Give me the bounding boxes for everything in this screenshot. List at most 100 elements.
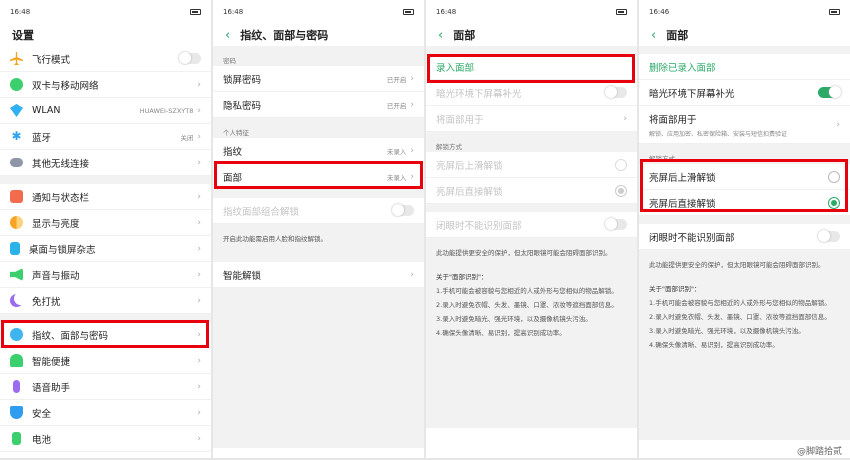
status-bar: 16:48: [213, 0, 424, 24]
battery-icon: [616, 9, 627, 15]
background: [213, 288, 424, 448]
row-label: 智能便捷: [32, 356, 71, 368]
row-value: 已开启: [386, 101, 407, 110]
airplane-mode-row[interactable]: 飞行模式: [0, 46, 211, 72]
battery-icon: [190, 9, 201, 15]
notification-icon: [10, 190, 23, 203]
row-label: 指纹面部组合解锁: [223, 206, 300, 218]
row-label: WLAN: [32, 105, 61, 116]
battery-icon: [829, 9, 840, 15]
sound-row[interactable]: 声音与振动 ›: [0, 262, 211, 288]
about-item: 1.手机可能会被容貌与您相近的人或外形与您相似的物品解锁。: [436, 287, 618, 295]
swipe-unlock-row[interactable]: 亮屏后上滑解锁: [639, 164, 850, 190]
face-row[interactable]: 面部 未录入 ›: [213, 164, 424, 190]
brightness-icon: [10, 216, 23, 229]
about-item: 2.录入时避免衣帽、头发、墨镜、口罩、浓妆等遮挡面部信息。: [649, 313, 831, 321]
direct-unlock-row[interactable]: 亮屏后直接解锁: [639, 190, 850, 216]
smart-assist-row[interactable]: 智能便捷 ›: [0, 348, 211, 374]
use-face-for-row: 将面部用于 ›: [426, 106, 637, 132]
note-text: 此功能提供更安全的保护，但太阳眼镜可能会阻碍面部识别。: [649, 261, 825, 269]
enroll-face-button[interactable]: 录入面部: [426, 54, 637, 80]
lock-screen-password-row[interactable]: 锁屏密码 已开启 ›: [213, 66, 424, 92]
fill-light-toggle[interactable]: [818, 86, 841, 98]
notifications-row[interactable]: 通知与状态栏 ›: [0, 184, 211, 210]
about-item: 2.录入时避免衣帽、头发、墨镜、口罩、浓妆等遮挡面部信息。: [436, 301, 618, 309]
status-time: 16:48: [223, 8, 244, 16]
row-label: 双卡与移动网络: [32, 80, 99, 92]
chevron-right-icon: ›: [197, 79, 201, 90]
row-label-group: 将面部用于 解锁、应用加密、私密保险箱、安装与短信扣费验证: [649, 112, 836, 138]
divider: [213, 254, 424, 262]
row-label: 免打扰: [32, 296, 61, 308]
delete-face-button[interactable]: 删除已录入面部: [639, 54, 850, 80]
row-label: 亮屏后直接解锁: [436, 186, 503, 198]
chevron-right-icon: ›: [197, 243, 201, 254]
face-screen-enrolled: 16:46 ‹ 面部 删除已录入面部 暗光环境下屏幕补光 将面部用于 解锁、应用加密…: [639, 0, 850, 458]
other-wireless-row[interactable]: 其他无线连接 ›: [0, 150, 211, 176]
chevron-right-icon: ›: [410, 145, 414, 156]
status-bar: 16:48: [0, 0, 211, 24]
section-header: 解锁方式: [426, 132, 637, 152]
about-item: 3.录入时避免暗光、强光环境，以及摄像机镜头污浊。: [649, 327, 805, 335]
direct-unlock-radio[interactable]: [828, 196, 840, 209]
chevron-right-icon: ›: [197, 191, 201, 202]
battery-row[interactable]: 电池 ›: [0, 426, 211, 452]
back-icon[interactable]: ‹: [225, 28, 230, 43]
face-screen-not-enrolled: 16:48 ‹ 面部 录入面部 暗光环境下屏幕补光 将面部用于 › 解锁方式 亮屏后…: [426, 0, 637, 458]
row-label: 亮屏后直接解锁: [649, 198, 716, 210]
smart-head-icon: [10, 354, 23, 367]
swipe-unlock-radio[interactable]: [828, 170, 840, 183]
chevron-right-icon: ›: [197, 295, 201, 306]
fingerprint-face-password-row[interactable]: 指纹、面部与密码 ›: [0, 322, 211, 348]
back-icon[interactable]: ‹: [651, 28, 656, 43]
info-note: 此功能提供更安全的保护，但太阳眼镜可能会阻碍面部识别。 关于"面部识别"： 1.…: [639, 250, 850, 440]
eyes-closed-toggle[interactable]: [818, 230, 840, 242]
row-label: 安全: [32, 408, 52, 420]
page-title: 指纹、面部与密码: [240, 29, 329, 42]
eyes-closed-row: 闭眼时不能识别面部: [426, 212, 637, 238]
fill-light-row[interactable]: 暗光环境下屏幕补光: [639, 80, 850, 106]
privacy-password-row[interactable]: 隐私密码 已开启 ›: [213, 92, 424, 118]
fingerprint-row[interactable]: 指纹 未录入 ›: [213, 138, 424, 164]
chevron-right-icon: ›: [410, 99, 414, 110]
airplane-icon: [10, 52, 23, 65]
status-icons: [190, 9, 201, 15]
direct-unlock-radio: [615, 184, 627, 197]
more-connections-icon: [10, 158, 23, 167]
smart-unlock-row[interactable]: 智能解锁 ›: [213, 262, 424, 288]
use-face-for-row[interactable]: 将面部用于 解锁、应用加密、私密保险箱、安装与短信扣费验证 ›: [639, 106, 850, 144]
row-label: 暗光环境下屏幕补光: [436, 88, 522, 100]
swipe-unlock-radio: [615, 158, 627, 171]
chevron-right-icon: ›: [197, 433, 201, 444]
divider: [0, 176, 211, 184]
back-icon[interactable]: ‹: [438, 28, 443, 43]
dnd-row[interactable]: 免打扰 ›: [0, 288, 211, 314]
microphone-icon: [13, 380, 20, 393]
row-label: 面部: [223, 172, 243, 184]
chevron-right-icon: ›: [623, 113, 627, 124]
about-item: 4.确保头像清晰、易识别，提高识别成功率。: [436, 329, 566, 337]
row-label: 亮屏后上滑解锁: [436, 160, 503, 172]
row-label: 电池: [32, 434, 52, 446]
row-label: 飞行模式: [32, 54, 71, 66]
eyes-closed-row[interactable]: 闭眼时不能识别面部: [639, 224, 850, 250]
divider: [426, 204, 637, 212]
bluetooth-row[interactable]: ✱ 蓝牙 关闭 ›: [0, 124, 211, 150]
row-label: 蓝牙: [32, 132, 52, 144]
page-header: ‹ 指纹、面部与密码: [213, 24, 424, 46]
row-label: 通知与状态栏: [32, 192, 90, 204]
row-label: 隐私密码: [223, 100, 262, 112]
wallpaper-row[interactable]: 桌面与锁屏杂志 ›: [0, 236, 211, 262]
row-label: 闭眼时不能识别面部: [649, 232, 735, 244]
combo-unlock-row: 指纹面部组合解锁: [213, 198, 424, 224]
dual-sim-row[interactable]: 双卡与移动网络 ›: [0, 72, 211, 98]
status-time: 16:46: [649, 8, 670, 16]
row-value: 未录入: [386, 147, 407, 156]
voice-assistant-row[interactable]: 语音助手 ›: [0, 374, 211, 400]
security-row[interactable]: 安全 ›: [0, 400, 211, 426]
chevron-right-icon: ›: [410, 269, 414, 280]
display-row[interactable]: 显示与亮度 ›: [0, 210, 211, 236]
wlan-row[interactable]: WLAN HUAWEI-SZXYT8 ›: [0, 98, 211, 124]
row-label: 指纹: [223, 146, 243, 158]
airplane-toggle[interactable]: [179, 52, 201, 64]
